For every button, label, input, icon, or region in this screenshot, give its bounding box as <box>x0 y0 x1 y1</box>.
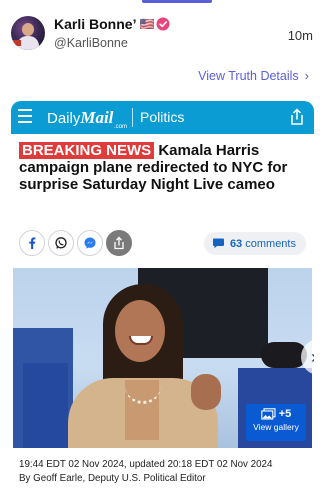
header-divider <box>132 108 133 127</box>
messenger-icon <box>84 237 96 249</box>
view-gallery-button[interactable]: +5 View gallery <box>246 404 306 441</box>
article-card[interactable]: DailyMail .com Politics BREAKING NEWS Kam… <box>11 101 314 500</box>
display-name-text: Karli Bonne’ <box>54 16 137 32</box>
post-timestamp: 10m <box>287 28 313 43</box>
comments-label: comments <box>245 237 296 250</box>
display-name[interactable]: Karli Bonne’ 🇺🇸 <box>54 16 170 32</box>
hamburger-menu-icon[interactable] <box>18 109 32 125</box>
article-meta: 19:44 EDT 02 Nov 2024, updated 20:18 EDT… <box>19 458 309 486</box>
facebook-share-button[interactable] <box>19 230 45 256</box>
view-details-label: View Truth Details <box>198 68 299 83</box>
article-byline: By Geoff Earle, Deputy U.S. Political Ed… <box>19 473 206 484</box>
comments-button[interactable]: 63 comments <box>203 232 306 255</box>
gallery-icon <box>260 408 276 420</box>
article-timestamps: 19:44 EDT 02 Nov 2024, updated 20:18 EDT… <box>19 459 273 470</box>
gallery-count: +5 <box>278 408 292 420</box>
dailymail-logo[interactable]: DailyMail .com <box>47 108 127 130</box>
top-tab-indicator <box>142 0 212 3</box>
verified-badge-icon <box>156 17 170 31</box>
logo-mail-text: Mail <box>80 108 114 127</box>
gallery-label: View gallery <box>253 422 299 432</box>
generic-share-button[interactable] <box>106 230 132 256</box>
user-handle[interactable]: @KarliBonne <box>54 36 128 50</box>
avatar[interactable] <box>11 16 45 50</box>
header-share-icon[interactable] <box>289 108 305 126</box>
share-icon <box>114 236 124 250</box>
dailymail-header-bar: DailyMail .com Politics <box>11 101 314 134</box>
article-headline[interactable]: BREAKING NEWS Kamala Harris campaign pla… <box>19 142 309 193</box>
facebook-icon <box>29 237 36 249</box>
chevron-right-icon: › <box>304 68 309 83</box>
chevron-right-icon: › <box>311 347 314 368</box>
speech-bubble-icon <box>212 238 224 249</box>
logo-com-text: .com <box>114 124 128 130</box>
whatsapp-share-button[interactable] <box>48 230 74 256</box>
messenger-share-button[interactable] <box>77 230 103 256</box>
breaking-news-badge: BREAKING NEWS <box>19 142 155 159</box>
logo-daily-text: Daily <box>47 110 81 127</box>
us-flag-icon: 🇺🇸 <box>139 17 155 31</box>
share-buttons <box>19 230 132 256</box>
post-header: Karli Bonne’ 🇺🇸 @KarliBonne 10m <box>0 10 325 56</box>
section-label[interactable]: Politics <box>140 109 184 125</box>
view-truth-details-link[interactable]: View Truth Details › <box>198 68 309 83</box>
whatsapp-icon <box>55 237 67 249</box>
comments-count: 63 <box>229 237 243 250</box>
